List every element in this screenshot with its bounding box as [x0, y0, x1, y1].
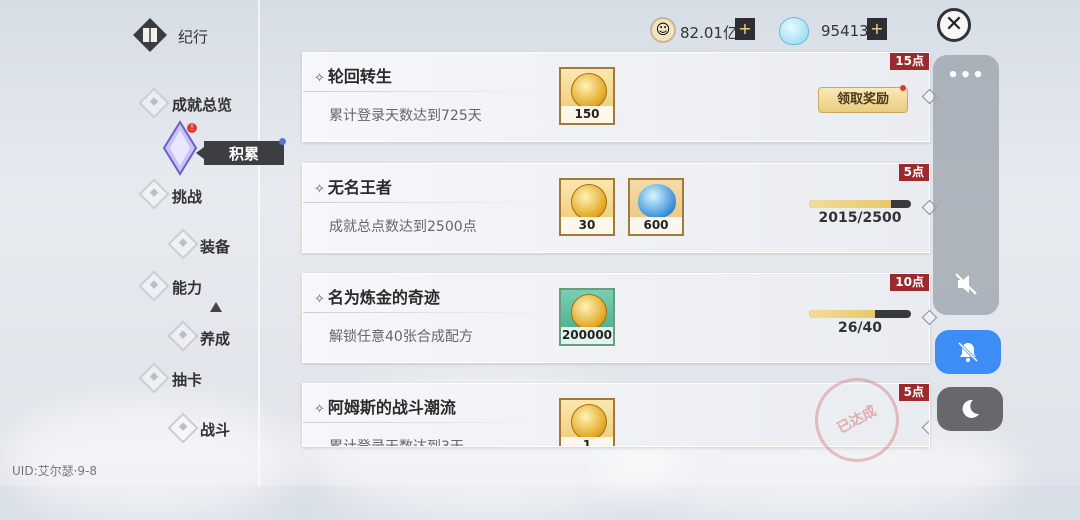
reward-qty: 600	[630, 217, 682, 234]
reward-item[interactable]: 600	[628, 178, 684, 236]
notification-dot	[900, 85, 906, 91]
points-badge: 5点	[898, 384, 929, 401]
claim-reward-button[interactable]: 领取奖励	[818, 87, 908, 113]
add-gem-button[interactable]: +	[867, 18, 887, 40]
achievement-card: 无名王者 成就总点数达到2500点 30 600 2015/2500 5点	[302, 163, 938, 253]
nav-node-icon	[138, 178, 170, 210]
notification-badge: !	[187, 123, 197, 133]
reward-item[interactable]: 1	[559, 398, 615, 446]
face-coin-icon: ☺	[650, 17, 676, 43]
divider	[303, 202, 543, 203]
sidebar-item-gacha[interactable]: 抽卡	[172, 369, 202, 390]
active-indicator-dot	[279, 138, 286, 145]
gold-medal-icon	[571, 404, 607, 440]
sidebar: 纪行 成就总览 ! 积累 挑战 装备 能力 养成 抽卡 战斗 UID:艾尔瑟·9…	[0, 0, 300, 486]
points-badge: 10点	[890, 274, 929, 291]
achievement-card: 名为炼金的奇迹 解锁任意40张合成配方 200000 26/40 10点	[302, 273, 938, 363]
sidebar-item-equipment[interactable]: 装备	[200, 236, 230, 257]
divider	[303, 422, 543, 423]
diamond-marker-icon	[921, 309, 938, 326]
reward-qty: 1	[561, 437, 613, 446]
nav-node-icon	[167, 412, 199, 444]
nav-node-icon	[138, 362, 170, 394]
achievement-desc: 成就总点数达到2500点	[329, 219, 477, 235]
reward-qty: 200000	[561, 327, 613, 344]
sidebar-item-overview[interactable]: 成就总览	[172, 94, 232, 115]
achievement-title: 无名王者	[314, 174, 392, 198]
coin-balance: 82.01亿	[680, 24, 738, 42]
blue-slime-icon	[638, 184, 676, 218]
close-button[interactable]: ✕	[937, 8, 971, 42]
points-badge: 5点	[898, 164, 929, 181]
dark-mode-button[interactable]	[937, 387, 1003, 431]
reward-item[interactable]: 200000	[559, 288, 615, 346]
add-coin-button[interactable]: +	[735, 18, 755, 40]
progress-fill	[809, 200, 892, 208]
gold-coin-icon	[571, 294, 607, 330]
gem-balance: 95413	[821, 22, 869, 40]
points-badge: 15点	[890, 53, 929, 70]
sidebar-item-cultivate[interactable]: 养成	[200, 328, 230, 349]
gold-medal-icon	[571, 73, 607, 109]
progress-fill	[809, 310, 876, 318]
progress-bar	[809, 310, 911, 318]
achievement-desc: 累计登录天数达到725天	[329, 108, 482, 124]
moon-icon	[962, 399, 979, 418]
mute-notifications-button[interactable]	[935, 330, 1001, 374]
page-title: 纪行	[178, 28, 209, 46]
expand-triangle-icon[interactable]	[210, 302, 222, 312]
bell-off-icon	[957, 341, 979, 363]
progress-bar	[809, 200, 911, 208]
nav-node-icon	[167, 228, 199, 260]
floating-panel: •••	[933, 55, 999, 315]
nav-node-icon	[138, 270, 170, 302]
uid-label: UID:艾尔瑟·9-8	[12, 464, 98, 478]
achievement-desc: 解锁任意40张合成配方	[329, 329, 473, 345]
reward-qty: 150	[561, 106, 613, 123]
speaker-mute-icon[interactable]	[953, 271, 979, 297]
achievement-title: 阿姆斯的战斗潮流	[314, 394, 456, 418]
slime-gem-icon	[779, 17, 809, 45]
progress-text: 2015/2500	[818, 210, 902, 226]
reward-item[interactable]: 150	[559, 67, 615, 125]
achievement-card: 轮回转生 累计登录天数达到725天 150 领取奖励 15点	[302, 52, 938, 142]
book-icon	[133, 18, 167, 52]
divider	[303, 312, 543, 313]
achievement-desc: 累计登录天数达到3天	[329, 439, 464, 447]
achievement-title: 名为炼金的奇迹	[314, 284, 440, 308]
reward-item[interactable]: 30	[559, 178, 615, 236]
nav-node-icon	[138, 87, 170, 119]
sidebar-item-challenge[interactable]: 挑战	[172, 186, 202, 207]
sidebar-item-battle[interactable]: 战斗	[200, 419, 230, 440]
sidebar-divider	[258, 0, 260, 486]
sidebar-item-accumulate[interactable]: 积累	[196, 141, 284, 165]
diamond-marker-icon	[921, 419, 929, 436]
reward-qty: 30	[561, 217, 613, 234]
more-button[interactable]: •••	[933, 65, 999, 86]
achievement-title: 轮回转生	[314, 63, 392, 87]
nav-node-icon	[167, 320, 199, 352]
sidebar-item-ability[interactable]: 能力	[172, 277, 202, 298]
divider	[303, 91, 543, 92]
progress-text: 26/40	[837, 320, 883, 336]
gold-medal-icon	[571, 184, 607, 220]
